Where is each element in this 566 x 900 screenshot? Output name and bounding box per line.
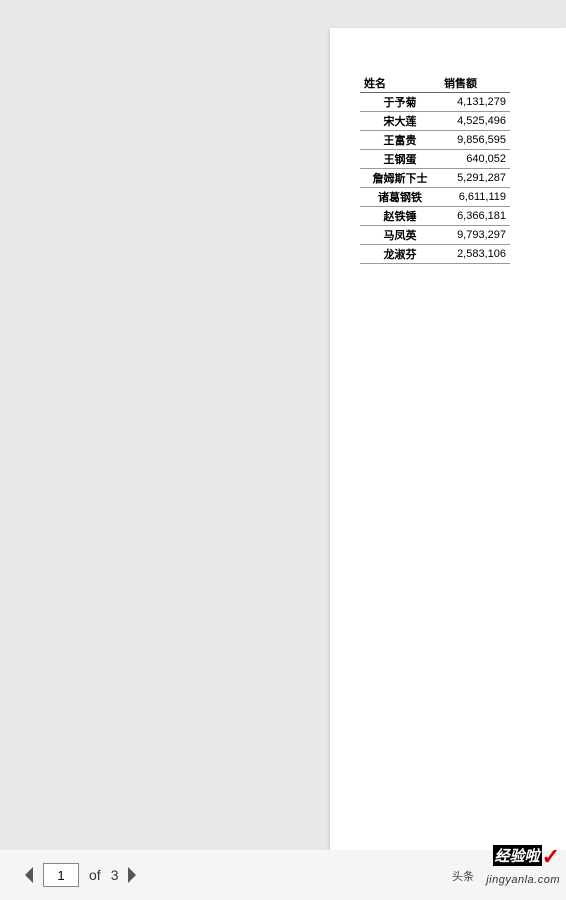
page-number-input[interactable]	[43, 863, 79, 887]
header-sales: 销售额	[440, 74, 510, 93]
pager-total: 3	[111, 867, 119, 883]
prev-page-button[interactable]	[25, 867, 35, 883]
cell-sales: 4,131,279	[440, 93, 510, 112]
cell-sales: 6,366,181	[440, 207, 510, 226]
print-preview-area: 姓名 销售额 于予菊4,131,279 宋大莲4,525,496 王富贵9,85…	[0, 0, 566, 850]
cell-sales: 2,583,106	[440, 245, 510, 264]
sales-table: 姓名 销售额 于予菊4,131,279 宋大莲4,525,496 王富贵9,85…	[360, 74, 510, 264]
cell-name: 王钢蛋	[360, 150, 440, 169]
cell-sales: 5,291,287	[440, 169, 510, 188]
cell-name: 詹姆斯下士	[360, 169, 440, 188]
cell-name: 马凤英	[360, 226, 440, 245]
chevron-left-icon	[25, 867, 35, 883]
pager-of-label: of	[89, 867, 101, 883]
cell-name: 诸葛钢铁	[360, 188, 440, 207]
table-row: 赵铁锤6,366,181	[360, 207, 510, 226]
table-row: 诸葛钢铁6,611,119	[360, 188, 510, 207]
cell-sales: 640,052	[440, 150, 510, 169]
cell-name: 于予菊	[360, 93, 440, 112]
table-row: 宋大莲4,525,496	[360, 112, 510, 131]
table-row: 龙淑芬2,583,106	[360, 245, 510, 264]
preview-page: 姓名 销售额 于予菊4,131,279 宋大莲4,525,496 王富贵9,85…	[330, 28, 566, 850]
table-row: 詹姆斯下士5,291,287	[360, 169, 510, 188]
cell-name: 王富贵	[360, 131, 440, 150]
cell-name: 赵铁锤	[360, 207, 440, 226]
cell-name: 宋大莲	[360, 112, 440, 131]
header-name: 姓名	[360, 74, 440, 93]
table-row: 王富贵9,856,595	[360, 131, 510, 150]
table-row: 马凤英9,793,297	[360, 226, 510, 245]
next-page-button[interactable]	[126, 867, 136, 883]
cell-sales: 9,856,595	[440, 131, 510, 150]
cell-sales: 4,525,496	[440, 112, 510, 131]
table-row: 于予菊4,131,279	[360, 93, 510, 112]
chevron-right-icon	[126, 867, 136, 883]
table-row: 王钢蛋640,052	[360, 150, 510, 169]
pagination-bar: of 3	[0, 850, 566, 900]
table-header-row: 姓名 销售额	[360, 74, 510, 93]
cell-sales: 6,611,119	[440, 188, 510, 207]
cell-sales: 9,793,297	[440, 226, 510, 245]
cell-name: 龙淑芬	[360, 245, 440, 264]
